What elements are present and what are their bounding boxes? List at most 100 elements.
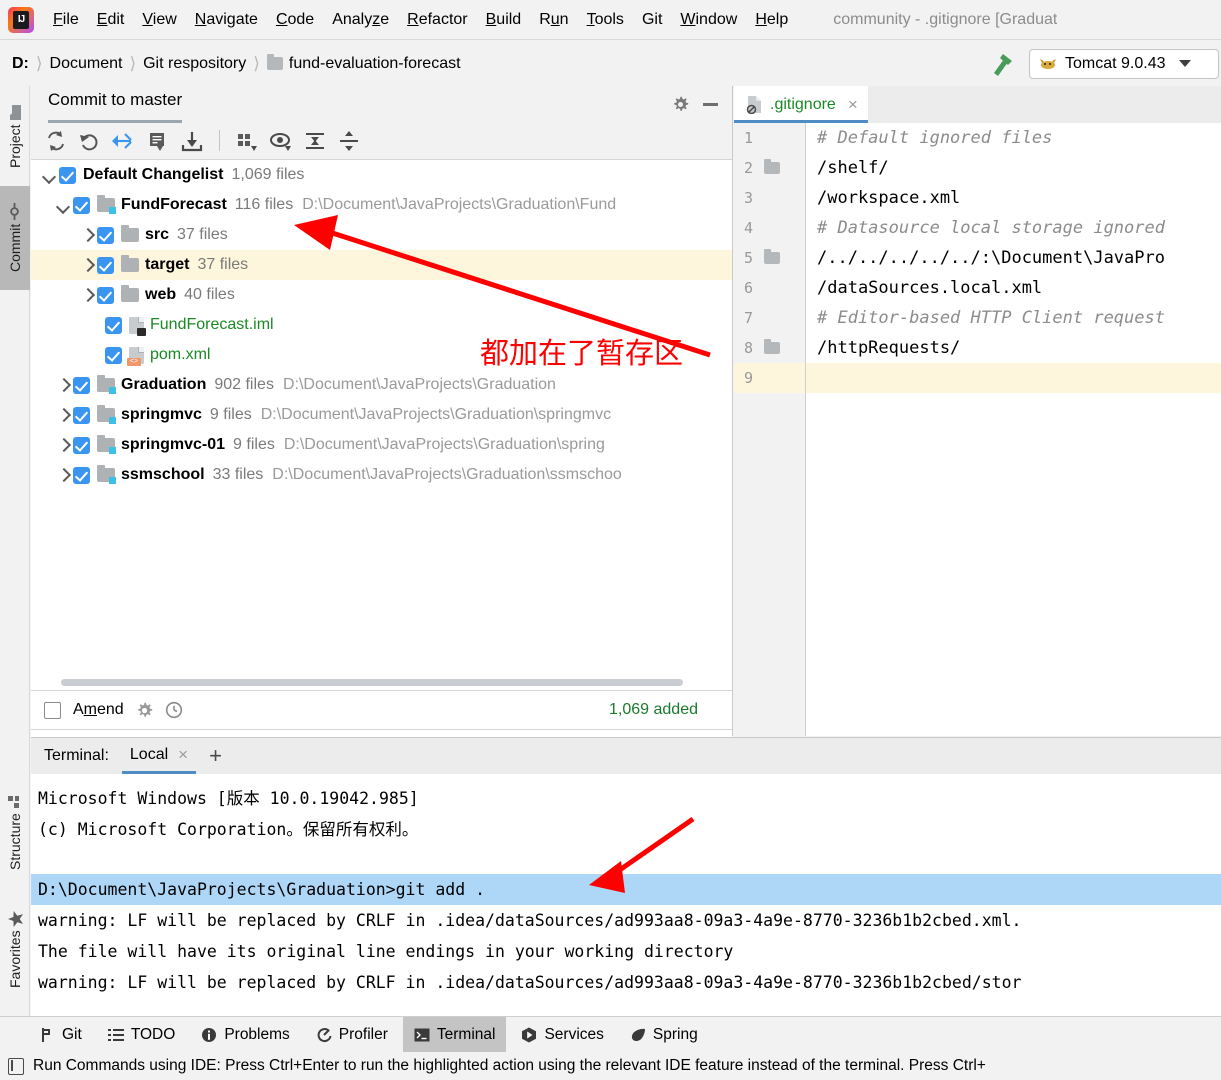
checkbox[interactable] (73, 466, 90, 484)
collapse-all-icon[interactable] (334, 126, 364, 156)
sidebar-tab-favorites[interactable]: Favorites (0, 894, 30, 1006)
menu-git[interactable]: Git (633, 7, 671, 33)
menu-file[interactable]: File (44, 7, 88, 33)
node-name: springmvc-01 (121, 436, 226, 453)
table-row[interactable]: Graduation 902 files D:\Document\JavaPro… (31, 370, 732, 400)
checkbox[interactable] (105, 316, 122, 334)
chevron-right-icon[interactable] (79, 256, 97, 274)
breadcrumb-document[interactable]: Document (50, 55, 123, 73)
menu-navigate[interactable]: Navigate (186, 7, 267, 33)
bottom-tab-profiler[interactable]: Profiler (305, 1017, 399, 1053)
terminal-line: Microsoft Windows [版本 10.0.19042.985] (38, 788, 419, 808)
sidebar-tab-commit[interactable]: Commit (0, 186, 30, 290)
table-row[interactable]: web 40 files (31, 280, 732, 310)
menu-window[interactable]: Window (671, 7, 746, 33)
code-area[interactable]: 1 2 3 4 5 6 7 8 9 # Default ignored file… (734, 123, 1221, 736)
table-row[interactable]: ssmschool 33 files D:\Document\JavaProje… (31, 460, 732, 490)
bottom-tab-problems[interactable]: Problems (190, 1017, 300, 1053)
gutter-line: 8 (734, 333, 805, 363)
chevron-right-icon[interactable] (55, 466, 73, 484)
refresh-icon[interactable] (41, 126, 71, 156)
checkbox[interactable] (73, 436, 90, 454)
table-row[interactable]: springmvc 9 files D:\Document\JavaProjec… (31, 400, 732, 430)
build-hammer-icon[interactable] (987, 49, 1017, 79)
minimize-icon[interactable] (703, 102, 718, 106)
tree-horizontal-scrollbar-track[interactable] (31, 676, 732, 690)
terminal-tab-local[interactable]: Local × (121, 738, 197, 774)
chevron-right-icon[interactable] (79, 286, 97, 304)
menu-code[interactable]: Code (267, 7, 323, 33)
chevron-right-icon[interactable] (55, 376, 73, 394)
rollback-icon[interactable] (75, 126, 105, 156)
menu-view[interactable]: View (133, 7, 185, 33)
add-terminal-icon[interactable]: + (209, 745, 222, 767)
diff-icon[interactable] (109, 126, 139, 156)
chevron-right-icon[interactable] (55, 436, 73, 454)
breadcrumb-drive[interactable]: D: (12, 55, 29, 73)
table-row[interactable]: target 37 files (31, 250, 732, 280)
code-lines[interactable]: # Default ignored files /shelf/ /workspa… (806, 123, 1221, 736)
menu-edit[interactable]: Edit (88, 7, 134, 33)
chevron-down-icon[interactable] (55, 196, 73, 214)
menu-refactor[interactable]: Refactor (398, 7, 476, 33)
chevron-right-icon[interactable] (79, 226, 97, 244)
history-clock-icon[interactable] (165, 701, 183, 719)
chevron-right-icon[interactable] (55, 406, 73, 424)
menu-build[interactable]: Build (477, 7, 531, 33)
checkbox[interactable] (73, 196, 90, 214)
show-diff-icon[interactable] (143, 126, 173, 156)
preview-icon[interactable] (266, 126, 296, 156)
chevron-down-icon[interactable] (41, 166, 59, 184)
run-configuration-selector[interactable]: Tomcat 9.0.43 (1029, 48, 1219, 79)
bottom-tab-spring[interactable]: Spring (619, 1017, 709, 1053)
close-icon[interactable]: × (178, 745, 188, 765)
checkbox[interactable] (73, 376, 90, 394)
status-bar-text: Run Commands using IDE: Press Ctrl+Enter… (33, 1057, 986, 1074)
node-count: 37 files (197, 256, 249, 273)
bottom-tab-services[interactable]: Services (510, 1017, 614, 1053)
editor-gutter[interactable]: 1 2 3 4 5 6 7 8 9 (734, 123, 806, 736)
close-icon[interactable]: × (848, 95, 858, 115)
amend-checkbox[interactable] (44, 701, 61, 719)
bottom-tab-git[interactable]: Git (28, 1017, 93, 1053)
sidebar-tab-project[interactable]: Project (0, 90, 30, 184)
tree-row-changelist[interactable]: Default Changelist 1,069 files (31, 160, 732, 190)
gutter-line: 2 (734, 153, 805, 183)
gear-icon[interactable] (136, 702, 153, 719)
table-row[interactable]: FundForecast 116 files D:\Document\JavaP… (31, 190, 732, 220)
tab-gitignore[interactable]: .gitignore × (734, 86, 868, 123)
table-row[interactable]: src 37 files (31, 220, 732, 250)
terminal-output[interactable]: Microsoft Windows [版本 10.0.19042.985] (c… (31, 774, 1221, 1017)
group-by-icon[interactable] (232, 126, 262, 156)
navbar-right-controls: Tomcat 9.0.43 (987, 48, 1221, 79)
menu-tools[interactable]: Tools (578, 7, 633, 33)
checkbox[interactable] (97, 286, 114, 304)
menu-run[interactable]: Run (530, 7, 577, 33)
breadcrumb-separator: ⟩ (253, 53, 260, 73)
menu-analyze[interactable]: Analyze (323, 7, 398, 33)
expand-all-icon[interactable] (300, 126, 330, 156)
checkbox[interactable] (105, 346, 122, 364)
download-icon[interactable] (177, 126, 207, 156)
checkbox[interactable] (59, 166, 76, 184)
breadcrumb-git-respository[interactable]: Git respository (143, 55, 246, 73)
gutter-line: 4 (743, 219, 753, 237)
breadcrumb-project[interactable]: fund-evaluation-forecast (289, 55, 461, 73)
terminal-line: The file will have its original line end… (38, 942, 734, 961)
sidebar-tab-structure[interactable]: Structure (0, 776, 30, 888)
checkbox[interactable] (97, 256, 114, 274)
gear-icon[interactable] (672, 96, 689, 113)
bottom-tab-terminal[interactable]: Terminal (402, 1016, 507, 1053)
intellij-idea-window: IJ File Edit View Navigate Code Analyze … (0, 0, 1221, 1080)
gitignore-file-icon (746, 95, 763, 115)
changes-tree[interactable]: Default Changelist 1,069 files FundForec… (31, 160, 732, 676)
checkbox[interactable] (97, 226, 114, 244)
chevron-down-icon[interactable] (1178, 60, 1191, 67)
table-row[interactable]: springmvc-01 9 files D:\Document\JavaPro… (31, 430, 732, 460)
tree-horizontal-scrollbar-thumb[interactable] (61, 679, 683, 686)
checkbox[interactable] (73, 406, 90, 424)
bottom-tab-todo[interactable]: TODO (97, 1017, 187, 1053)
code-line: /../../../../../:\Document\JavaPro (817, 248, 1165, 268)
menu-help[interactable]: Help (746, 7, 797, 33)
bottom-tab-label: Problems (224, 1025, 290, 1043)
